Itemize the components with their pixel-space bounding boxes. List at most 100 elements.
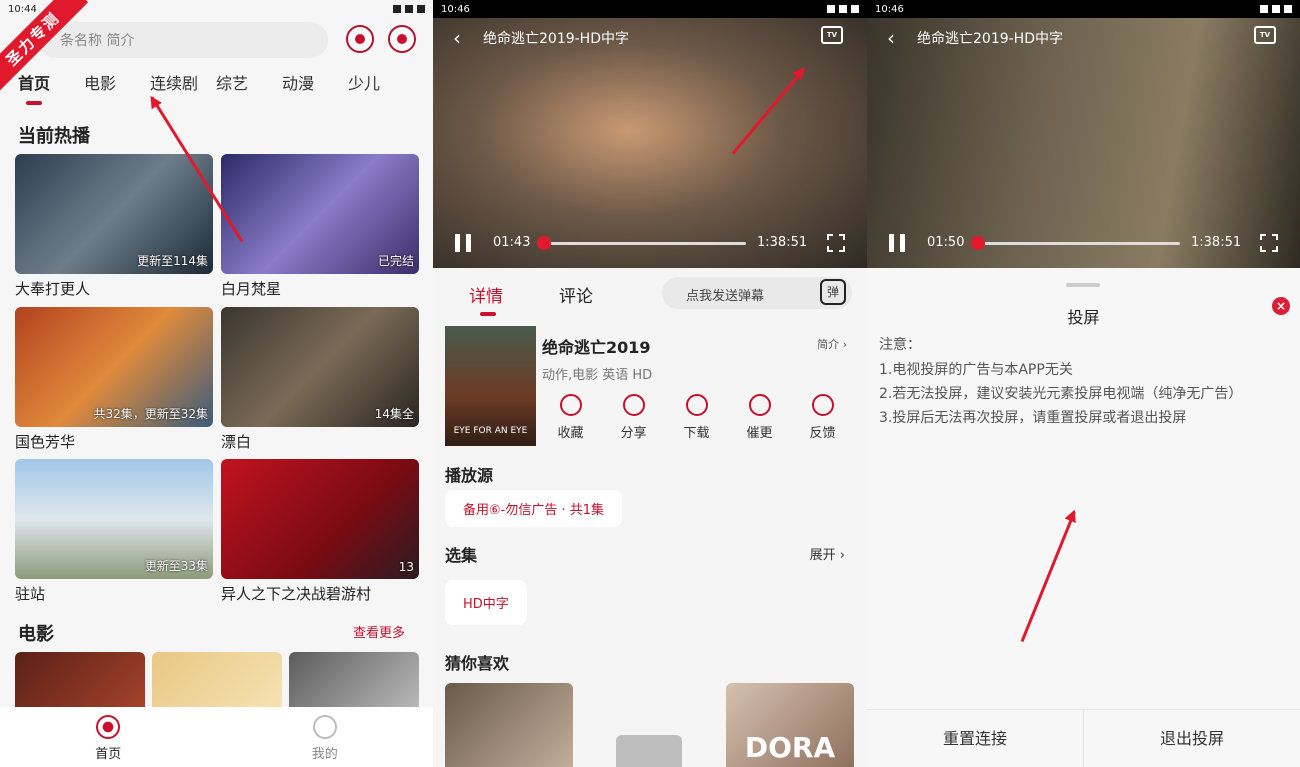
source-title: 播放源 [445,466,494,485]
section-hot-title: 当前热播 [18,126,90,147]
movie-thumbnail[interactable] [15,652,145,708]
video-player[interactable]: ‹ 绝命逃亡2019-HD中字 TV 01:43 1:38:51 [433,18,867,268]
show-card[interactable]: 13 异人之下之决战碧游村 [221,459,419,604]
tab-anime[interactable]: 动漫 [282,70,348,94]
show-thumbnail: 13 [221,459,419,579]
favorite-button[interactable]: 收藏 [539,394,602,441]
bell-icon [748,394,771,416]
history-icon[interactable] [346,25,374,53]
tab-detail[interactable]: 详情 [469,282,503,307]
recommend-thumbnail[interactable]: DORA [726,683,854,767]
movie-thumbnail[interactable] [152,652,282,708]
view-more-link[interactable]: 查看更多 [353,622,405,641]
annotation-arrow [1020,511,1076,643]
movie-genre: 动作,电影 英语 HD [542,368,653,383]
episode-chip[interactable]: HD中字 [445,580,527,625]
guess-title: 猜你喜欢 [445,654,510,673]
share-icon [622,394,645,416]
show-thumbnail: 14集全 [221,307,419,427]
download-icon [685,394,708,416]
bottom-nav: 首页 我的 [0,707,433,767]
user-icon [312,715,337,739]
progress-knob[interactable] [537,236,551,250]
total-time: 1:38:51 [1191,235,1242,250]
show-title: 国色芳华 [15,433,76,451]
pause-icon[interactable] [889,234,905,252]
show-title: 白月梵星 [221,280,282,298]
sheet-footer: 重置连接 退出投屏 [867,709,1300,767]
progress-knob[interactable] [971,236,985,250]
status-time: 10:46 [875,3,904,15]
movie-thumbnail[interactable] [289,652,419,708]
show-card[interactable]: 更新至114集 大奉打更人 [15,154,213,299]
episodes-title: 选集 [445,546,478,565]
show-card[interactable]: 已完结 白月梵星 [221,154,419,299]
home-screen: 10:44 圣力专测 条名称 简介 首页 电影 连续剧 综艺 动漫 少儿 当前热… [0,0,433,767]
danmu-icon[interactable]: 弹 [820,279,846,305]
status-icons [393,5,425,13]
intro-link[interactable]: 简介 › [817,336,847,352]
episode-badge: 14集全 [374,407,414,421]
show-thumbnail: 更新至114集 [15,154,213,274]
status-time: 10:46 [441,3,470,15]
source-chip[interactable]: 备用⑥-勿信广告 · 共1集 [445,490,623,527]
show-thumbnail: 已完结 [221,154,419,274]
urge-update-label: 催更 [746,426,773,441]
tab-kids[interactable]: 少儿 [348,70,414,94]
detail-tabs: 详情 评论 [469,282,593,307]
player-controls: 01:50 1:38:51 [867,232,1300,254]
home-icon [96,715,121,739]
exit-cast-button[interactable]: 退出投屏 [1083,710,1300,767]
urge-update-button[interactable]: 催更 [728,394,791,441]
fullscreen-icon[interactable] [827,234,845,252]
sheet-title: 投屏 [1067,308,1100,327]
sheet-handle[interactable] [1066,283,1100,287]
status-icons [827,5,859,13]
tab-home[interactable]: 首页 [18,70,84,94]
tab-movie[interactable]: 电影 [84,70,150,94]
danmu-placeholder: 点我发送弹幕 [686,289,765,304]
placeholder-thumbnail [616,735,682,767]
category-tabs: 首页 电影 连续剧 综艺 动漫 少儿 [18,70,414,94]
danmu-input[interactable]: 点我发送弹幕 弹 [662,277,852,309]
share-button[interactable]: 分享 [602,394,665,441]
nav-mine[interactable]: 我的 [217,707,434,767]
pause-icon[interactable] [455,234,471,252]
status-time: 10:44 [8,3,37,15]
reset-connection-button[interactable]: 重置连接 [867,710,1083,767]
show-title: 漂白 [221,433,252,451]
tab-comment[interactable]: 评论 [559,282,593,307]
episode-badge: 更新至114集 [137,254,208,268]
feedback-label: 反馈 [809,426,836,441]
tv-cast-icon[interactable]: TV [821,26,843,44]
progress-track[interactable] [975,242,1180,245]
back-icon[interactable]: ‹ [887,26,895,50]
nav-home-label: 首页 [95,747,122,762]
back-icon[interactable]: ‹ [453,26,461,50]
recommend-thumbnail[interactable] [445,683,573,767]
show-thumbnail: 共32集，更新至32集 [15,307,213,427]
tab-series[interactable]: 连续剧 [150,70,216,94]
nav-home[interactable]: 首页 [0,707,217,767]
detail-screen: 10:46 ‹ 绝命逃亡2019-HD中字 TV 01:43 1:38:51 详… [433,0,867,767]
close-icon[interactable]: × [1272,297,1290,315]
expand-link[interactable]: 展开 › [810,544,845,563]
record-icon[interactable] [388,25,416,53]
nav-mine-label: 我的 [311,747,338,762]
video-player[interactable]: ‹ 绝命逃亡2019-HD中字 TV 01:50 1:38:51 [867,18,1300,268]
fullscreen-icon[interactable] [1260,234,1278,252]
note-line: 2.若无法投屏，建议安装光元素投屏电视端（纯净无广告） [879,386,1243,402]
show-card[interactable]: 共32集，更新至32集国色芳华 [15,307,213,452]
show-thumbnail: 更新至33集 [15,459,213,579]
search-input[interactable]: 条名称 简介 [38,22,328,58]
progress-track[interactable] [541,242,746,245]
download-button[interactable]: 下载 [665,394,728,441]
show-card[interactable]: 14集全漂白 [221,307,419,452]
note-line: 注意： [879,337,921,353]
feedback-button[interactable]: 反馈 [791,394,854,441]
tab-variety[interactable]: 综艺 [216,70,282,94]
episode-badge: 共32集，更新至32集 [93,407,208,421]
show-card[interactable]: 更新至33集 驻站 [15,459,213,604]
current-time: 01:43 [493,235,531,250]
tv-cast-icon[interactable]: TV [1254,26,1276,44]
